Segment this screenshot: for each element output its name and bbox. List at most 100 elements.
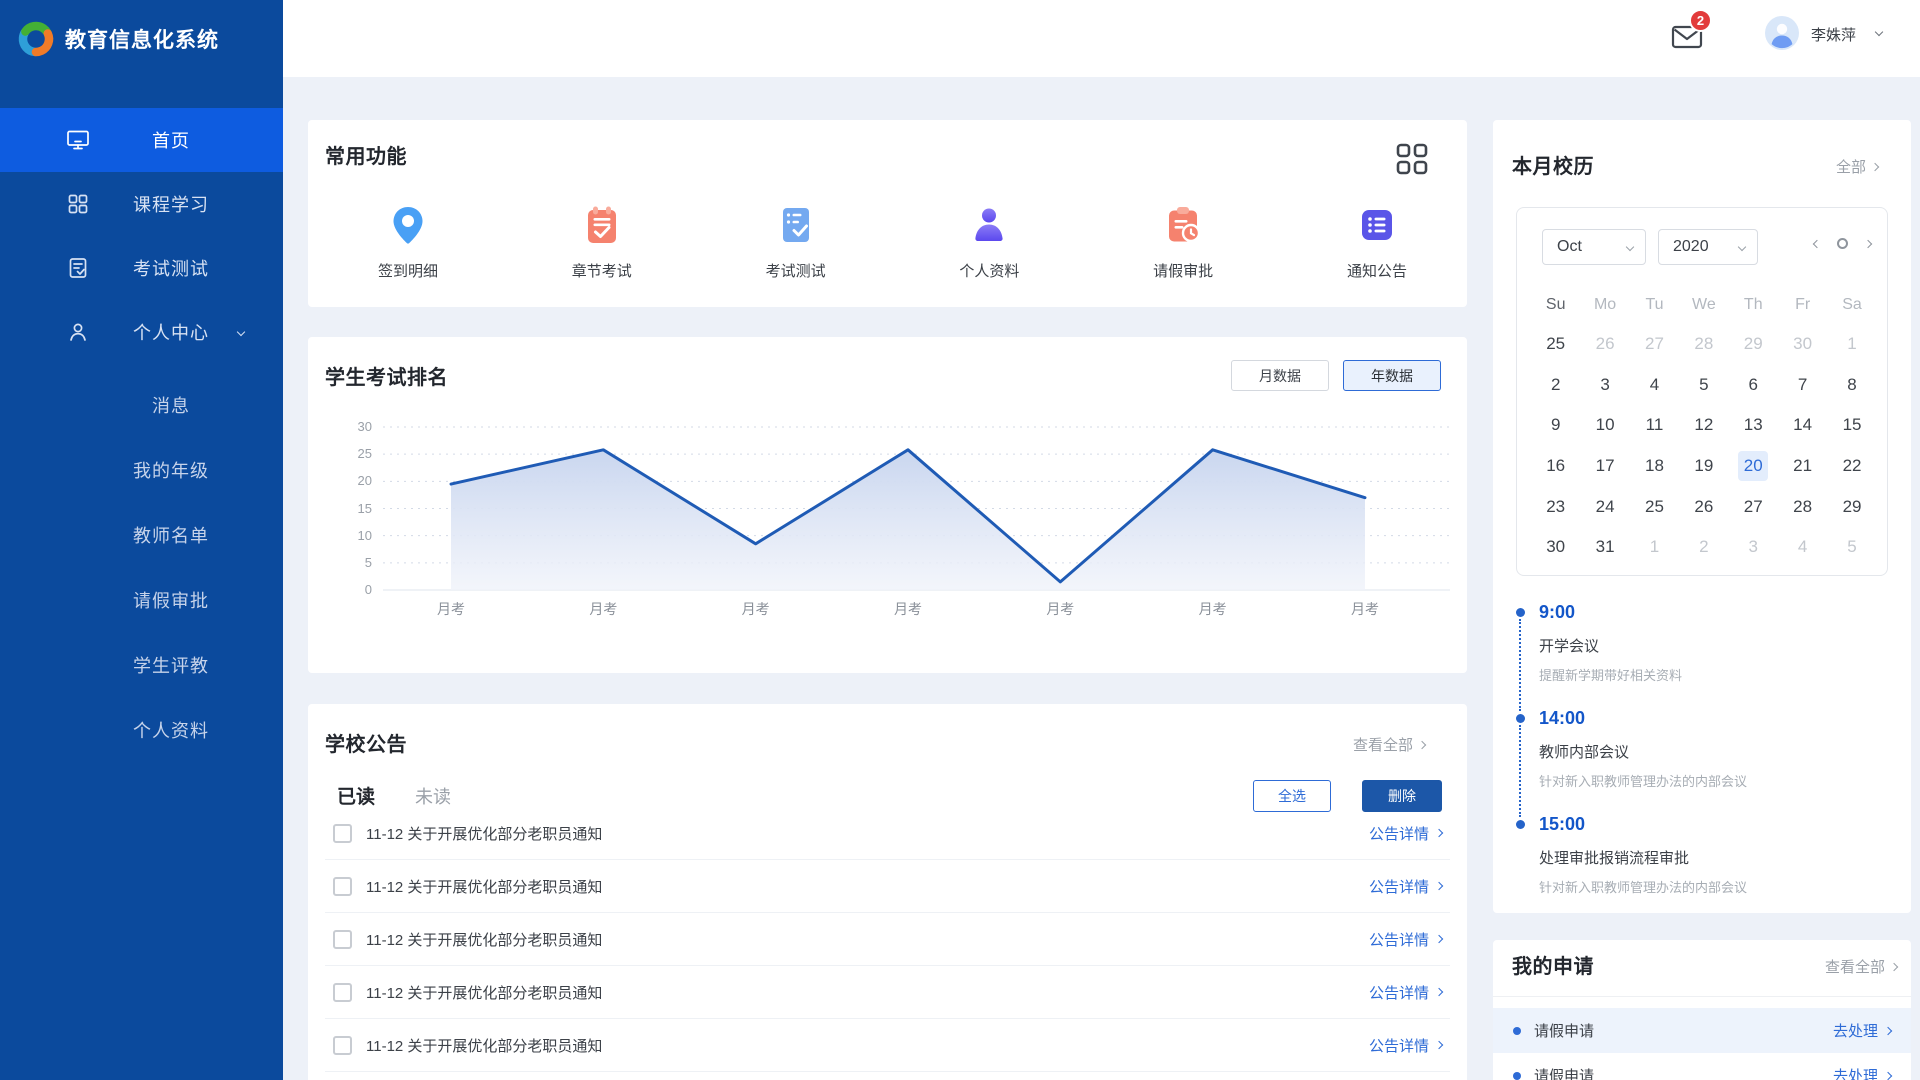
- calendar-day[interactable]: 29: [1827, 486, 1876, 527]
- calendar-day[interactable]: 10: [1580, 405, 1629, 446]
- calendar-day[interactable]: 17: [1580, 446, 1629, 487]
- calendar-day[interactable]: 12: [1679, 405, 1728, 446]
- person-icon: [967, 203, 1011, 247]
- calendar-day[interactable]: 30: [1531, 527, 1580, 568]
- calendar-day[interactable]: 28: [1778, 486, 1827, 527]
- quick-item-notices[interactable]: 通知公告: [1329, 203, 1425, 281]
- sidebar-subitem-leave-approval[interactable]: 请假审批: [0, 567, 283, 632]
- sidebar-subitem-teacher-list[interactable]: 教师名单: [0, 502, 283, 567]
- calendar-day[interactable]: 2: [1531, 365, 1580, 406]
- chevron-down-icon: [1626, 243, 1634, 251]
- today-circle-icon[interactable]: [1837, 238, 1848, 249]
- quick-item-leave-approval[interactable]: 请假审批: [1135, 203, 1231, 281]
- announcement-detail-link[interactable]: 公告详情: [1369, 823, 1450, 844]
- calendar-day[interactable]: 3: [1729, 527, 1778, 568]
- chevron-down-icon: [237, 328, 245, 336]
- calendar-day[interactable]: 25: [1531, 324, 1580, 365]
- announcement-checkbox[interactable]: [333, 983, 352, 1002]
- calendar-day[interactable]: 26: [1679, 486, 1728, 527]
- tab-read[interactable]: 已读: [337, 782, 375, 809]
- calendar-day[interactable]: 30: [1778, 324, 1827, 365]
- schedule-item: 14:00 教师内部会议 针对新入职教师管理办法的内部会议: [1516, 708, 1893, 814]
- sidebar-item-personal-center[interactable]: 个人中心: [0, 300, 283, 364]
- calendar-day[interactable]: 11: [1630, 405, 1679, 446]
- calendar-day[interactable]: 22: [1827, 446, 1876, 487]
- sidebar-item-exams[interactable]: 考试测试: [0, 236, 283, 300]
- calendar-day[interactable]: 16: [1531, 446, 1580, 487]
- sidebar-item-courses[interactable]: 课程学习: [0, 172, 283, 236]
- calendar-day[interactable]: 29: [1729, 324, 1778, 365]
- announcement-checkbox[interactable]: [333, 877, 352, 896]
- schedule-time: 9:00: [1539, 602, 1893, 623]
- application-action-link[interactable]: 去处理: [1833, 1065, 1891, 1080]
- announcement-checkbox[interactable]: [333, 1036, 352, 1055]
- calendar-day[interactable]: 28: [1679, 324, 1728, 365]
- calendar-day[interactable]: 4: [1630, 365, 1679, 406]
- schedule-event-title: 教师内部会议: [1539, 741, 1893, 762]
- quick-item-sign-in-detail[interactable]: 签到明细: [360, 203, 456, 281]
- application-action-link[interactable]: 去处理: [1833, 1020, 1891, 1041]
- user-name[interactable]: 李姝萍: [1811, 24, 1856, 45]
- calendar-view-all-link[interactable]: 全部: [1836, 156, 1878, 177]
- quick-item-exam-test[interactable]: 考试测试: [748, 203, 844, 281]
- calendar-day[interactable]: 13: [1729, 405, 1778, 446]
- calendar-day[interactable]: 1: [1630, 527, 1679, 568]
- calendar-day[interactable]: 7: [1778, 365, 1827, 406]
- calendar-day[interactable]: 15: [1827, 405, 1876, 446]
- sidebar-subitem-student-evaluation[interactable]: 学生评教: [0, 632, 283, 697]
- calendar-day[interactable]: 6: [1729, 365, 1778, 406]
- apps-grid-icon[interactable]: [1395, 142, 1429, 176]
- calendar-day[interactable]: 24: [1580, 486, 1629, 527]
- announcement-checkbox[interactable]: [333, 824, 352, 843]
- next-month-icon[interactable]: [1864, 239, 1872, 247]
- announcement-detail-link[interactable]: 公告详情: [1369, 1035, 1450, 1056]
- my-applications-title: 我的申请: [1512, 950, 1594, 979]
- calendar-day[interactable]: 31: [1580, 527, 1629, 568]
- applications-view-all-link[interactable]: 查看全部: [1825, 956, 1897, 977]
- calendar-day[interactable]: 5: [1679, 365, 1728, 406]
- sidebar-subitem-my-grade[interactable]: 我的年级: [0, 437, 283, 502]
- announcement-checkbox[interactable]: [333, 930, 352, 949]
- month-data-button[interactable]: 月数据: [1231, 360, 1329, 391]
- calendar-day[interactable]: 4: [1778, 527, 1827, 568]
- bullet-list-icon: [1355, 203, 1399, 247]
- calendar-day[interactable]: 27: [1729, 486, 1778, 527]
- sidebar-subitem-profile[interactable]: 个人资料: [0, 697, 283, 762]
- tab-unread[interactable]: 未读: [415, 783, 451, 809]
- calendar-day[interactable]: 5: [1827, 527, 1876, 568]
- calendar-weekday: Tu: [1630, 286, 1679, 324]
- calendar-day[interactable]: 2: [1679, 527, 1728, 568]
- quick-item-chapter-exam[interactable]: 章节考试: [554, 203, 650, 281]
- announcement-detail-link[interactable]: 公告详情: [1369, 929, 1450, 950]
- quick-item-profile[interactable]: 个人资料: [941, 203, 1037, 281]
- calendar-day[interactable]: 25: [1630, 486, 1679, 527]
- year-select[interactable]: 2020: [1658, 229, 1758, 265]
- sidebar-subitem-messages[interactable]: 消息: [0, 372, 283, 437]
- prev-month-icon[interactable]: [1813, 239, 1821, 247]
- calendar-day[interactable]: 27: [1630, 324, 1679, 365]
- announcements-card: 学校公告 查看全部 已读 未读 全选 删除 11-12 关于开展优化部分老职员通…: [308, 704, 1467, 1080]
- announcements-view-all-link[interactable]: 查看全部: [1353, 734, 1425, 755]
- calendar-weekday: Sa: [1827, 286, 1876, 324]
- sidebar-item-home[interactable]: 首页: [0, 108, 283, 172]
- calendar-day[interactable]: 8: [1827, 365, 1876, 406]
- announcement-detail-link[interactable]: 公告详情: [1369, 876, 1450, 897]
- announcement-row: 11-12 关于开展优化部分老职员通知 公告详情: [325, 1019, 1450, 1072]
- calendar-day[interactable]: 19: [1679, 446, 1728, 487]
- calendar-day[interactable]: 26: [1580, 324, 1629, 365]
- chevron-down-icon[interactable]: [1875, 28, 1883, 36]
- avatar[interactable]: [1765, 16, 1799, 50]
- announcements-title: 学校公告: [325, 728, 407, 757]
- calendar-day[interactable]: 21: [1778, 446, 1827, 487]
- calendar-day[interactable]: 14: [1778, 405, 1827, 446]
- calendar-day[interactable]: 18: [1630, 446, 1679, 487]
- calendar-day[interactable]: 1: [1827, 324, 1876, 365]
- calendar-day[interactable]: 3: [1580, 365, 1629, 406]
- schedule-event-desc: 针对新入职教师管理办法的内部会议: [1539, 771, 1893, 790]
- month-select[interactable]: Oct: [1542, 229, 1646, 265]
- calendar-day[interactable]: 23: [1531, 486, 1580, 527]
- calendar-day-selected[interactable]: 20: [1729, 446, 1778, 487]
- calendar-day[interactable]: 9: [1531, 405, 1580, 446]
- announcement-detail-link[interactable]: 公告详情: [1369, 982, 1450, 1003]
- year-data-button[interactable]: 年数据: [1343, 360, 1441, 391]
